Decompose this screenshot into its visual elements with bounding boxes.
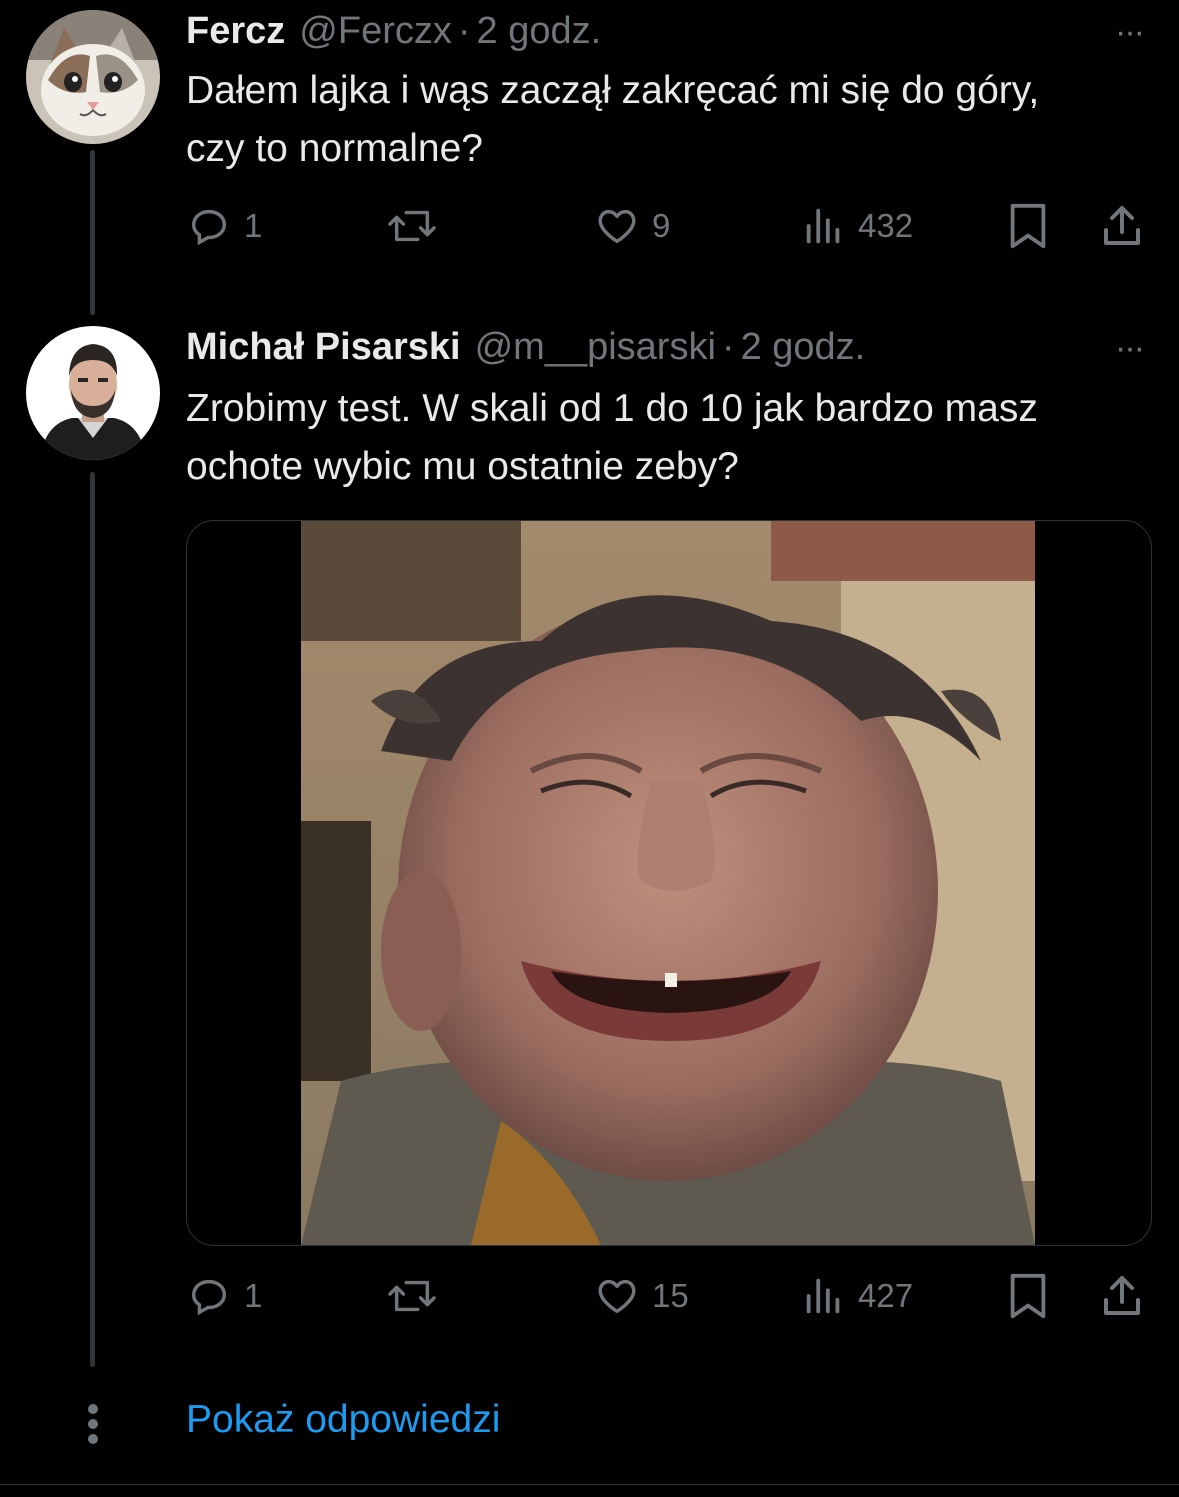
tweet-header: Fercz @Ferczx · 2 godz. bbox=[186, 8, 601, 54]
like-count: 9 bbox=[652, 207, 671, 244]
tweet-header: Michał Pisarski @m__pisarski · 2 godz. bbox=[186, 324, 865, 370]
user-handle[interactable]: @Ferczx bbox=[299, 8, 452, 54]
like-icon bbox=[598, 1279, 636, 1314]
tweet-media[interactable] bbox=[186, 520, 1152, 1246]
reply-icon bbox=[191, 209, 227, 246]
repost-button[interactable] bbox=[384, 196, 440, 256]
views-button[interactable]: 432 bbox=[802, 196, 913, 256]
display-name[interactable]: Michał Pisarski bbox=[186, 324, 461, 370]
tweet-actions: 1 9 432 bbox=[186, 196, 1146, 256]
more-options-icon[interactable]: ··· bbox=[1115, 331, 1145, 365]
cat-avatar-icon bbox=[26, 10, 160, 144]
bookmark-icon bbox=[1010, 1273, 1046, 1319]
avatar[interactable] bbox=[26, 10, 160, 144]
repost-button[interactable] bbox=[384, 1266, 440, 1326]
share-icon bbox=[1104, 1276, 1140, 1315]
more-options-icon[interactable]: ··· bbox=[1115, 15, 1145, 49]
views-button[interactable]: 427 bbox=[802, 1266, 913, 1326]
like-count: 15 bbox=[652, 1277, 689, 1314]
share-icon bbox=[1104, 206, 1140, 245]
display-name[interactable]: Fercz bbox=[186, 8, 285, 54]
repost-icon bbox=[388, 210, 436, 242]
bookmark-icon bbox=[1010, 203, 1046, 249]
divider bbox=[0, 1484, 1179, 1485]
views-icon bbox=[806, 208, 840, 244]
thread-line bbox=[90, 150, 95, 315]
separator-dot: · bbox=[457, 10, 471, 52]
avatar[interactable] bbox=[26, 326, 160, 460]
more-replies-dots-icon bbox=[86, 1404, 100, 1449]
photo[interactable] bbox=[301, 521, 1035, 1245]
bookmark-button[interactable] bbox=[1006, 196, 1050, 256]
like-icon bbox=[598, 209, 636, 244]
reply-icon bbox=[191, 1279, 227, 1316]
reply-count: 1 bbox=[244, 207, 263, 244]
tweet-text: Dałem lajka i wąs zaczął zakręcać mi się… bbox=[186, 69, 1040, 170]
like-button[interactable]: 9 bbox=[594, 196, 670, 256]
separator-dot: · bbox=[721, 326, 735, 368]
share-button[interactable] bbox=[1100, 1266, 1144, 1326]
reply-count: 1 bbox=[244, 1277, 263, 1314]
tweet-actions: 1 15 427 bbox=[186, 1266, 1146, 1326]
show-replies-link[interactable]: Pokaż odpowiedzi bbox=[186, 1398, 500, 1442]
man-avatar-icon bbox=[26, 326, 160, 460]
like-button[interactable]: 15 bbox=[594, 1266, 689, 1326]
views-count: 427 bbox=[858, 1277, 914, 1314]
smiling-man-photo bbox=[301, 521, 1035, 1245]
reply-button[interactable]: 1 bbox=[186, 196, 262, 256]
thread-line bbox=[90, 472, 95, 1367]
timestamp[interactable]: 2 godz. bbox=[741, 324, 866, 370]
timestamp[interactable]: 2 godz. bbox=[477, 8, 602, 54]
user-handle[interactable]: @m__pisarski bbox=[475, 324, 716, 370]
tweet-text: Zrobimy test. W skali od 1 do 10 jak bar… bbox=[186, 387, 1038, 488]
reply-button[interactable]: 1 bbox=[186, 1266, 262, 1326]
views-icon bbox=[806, 1278, 840, 1314]
views-count: 432 bbox=[858, 207, 914, 244]
share-button[interactable] bbox=[1100, 196, 1144, 256]
bookmark-button[interactable] bbox=[1006, 1266, 1050, 1326]
repost-icon bbox=[388, 1280, 436, 1312]
